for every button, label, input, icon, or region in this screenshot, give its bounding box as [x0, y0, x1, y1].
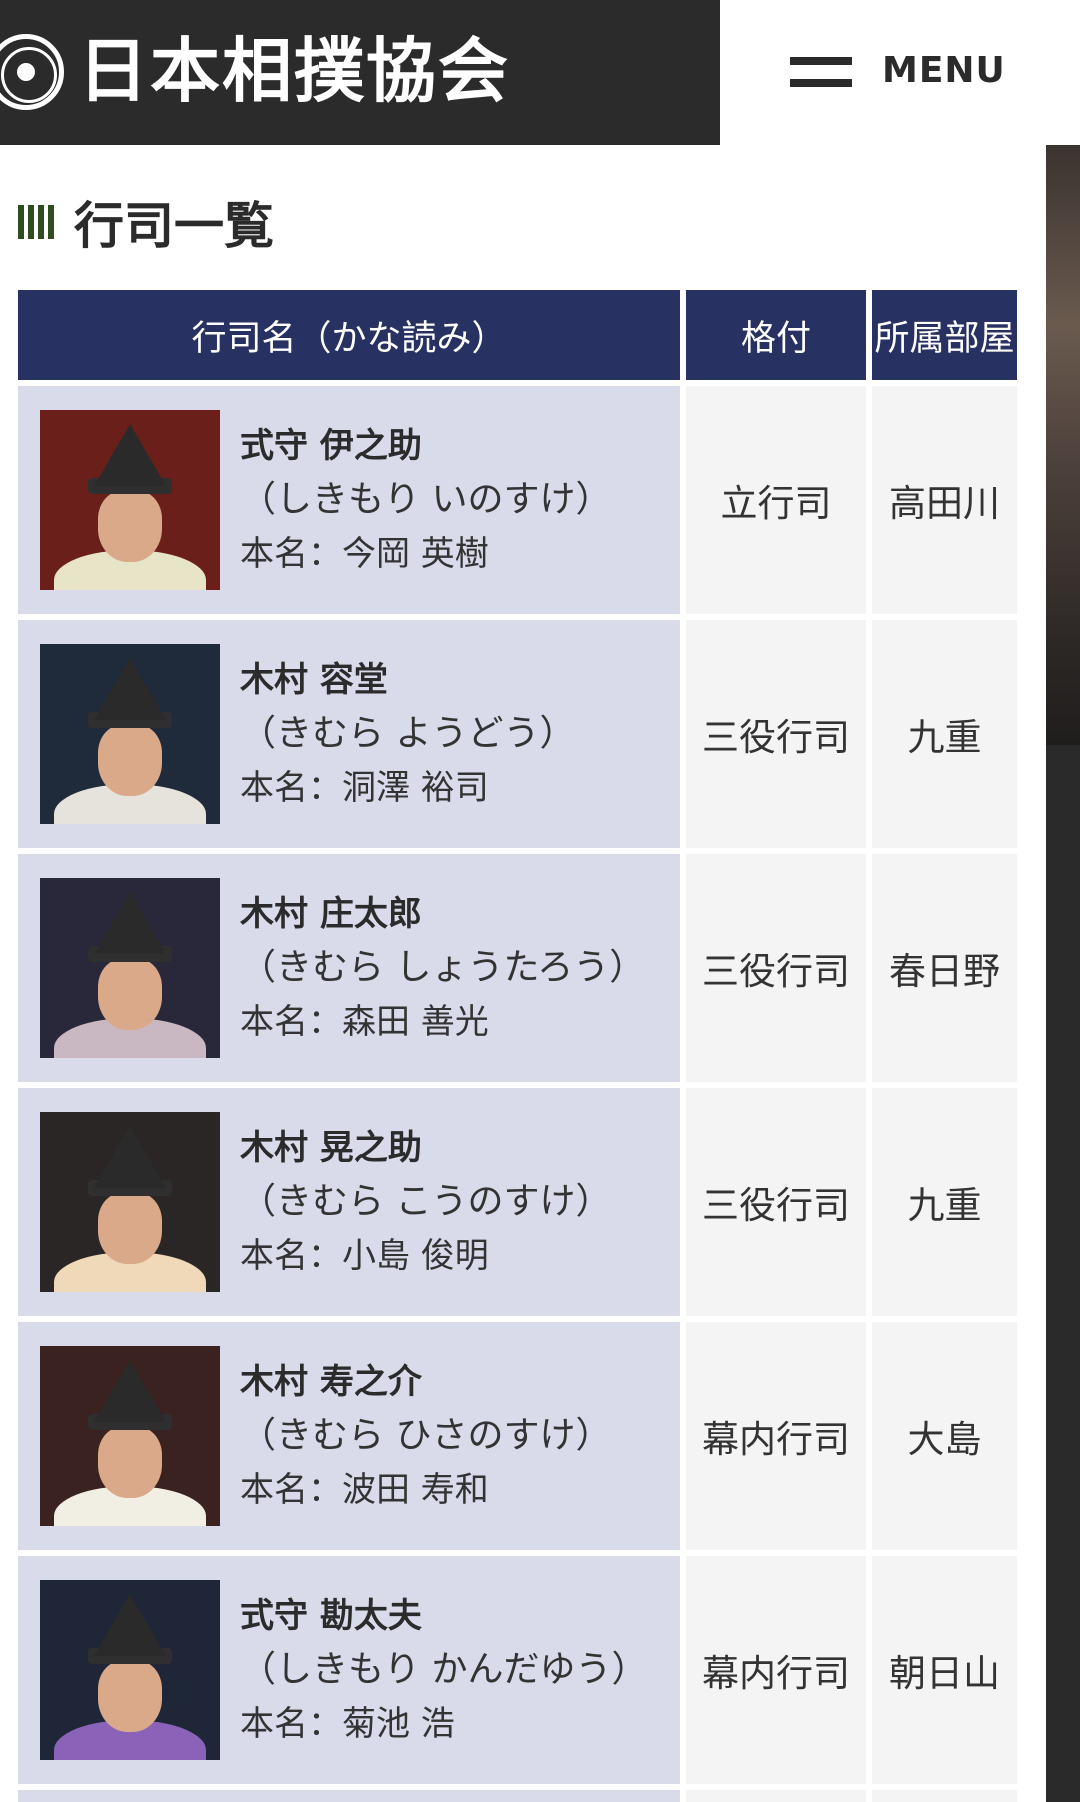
- sakura-emblem-icon: [0, 34, 64, 110]
- name-cell: 木村 寿之介 （きむら ひさのすけ） 本名：波田 寿和: [18, 1322, 680, 1550]
- gyoji-name[interactable]: 木村 晃之助: [240, 1121, 611, 1175]
- gyoji-name[interactable]: 木村 寿之介: [240, 1355, 611, 1409]
- gyoji-real-name: 本名：洞澤 裕司: [240, 768, 489, 808]
- gyoji-photo[interactable]: [40, 1112, 220, 1292]
- gyoji-photo[interactable]: [40, 644, 220, 824]
- table-row: 木村 晃之助 （きむら こうのすけ） 本名：小島 俊明 三役行司 九重: [18, 1088, 1017, 1316]
- name-cell: 木村 晃之助 （きむら こうのすけ） 本名：小島 俊明: [18, 1088, 680, 1316]
- page-title: 行司一覧: [18, 192, 274, 255]
- table-row-partial: [18, 1790, 1017, 1802]
- stable-cell: 大島: [872, 1322, 1017, 1550]
- table-row: 木村 容堂 （きむら ようどう） 本名：洞澤 裕司 三役行司 九重: [18, 620, 1017, 848]
- gyoji-name[interactable]: 式守 勘太夫: [240, 1589, 647, 1643]
- photo-face: [98, 1426, 162, 1498]
- name-cell: 式守 勘太夫 （しきもり かんだゆう） 本名：菊池 浩: [18, 1556, 680, 1784]
- name-info: 木村 寿之介 （きむら ひさのすけ） 本名：波田 寿和: [240, 1355, 611, 1517]
- rank-cell: 三役行司: [686, 1088, 866, 1316]
- name-info: 木村 晃之助 （きむら こうのすけ） 本名：小島 俊明: [240, 1121, 611, 1283]
- gyoji-real-name: 本名：今岡 英樹: [240, 534, 489, 574]
- rank-cell: 幕内行司: [686, 1322, 866, 1550]
- name-info: 木村 容堂 （きむら ようどう） 本名：洞澤 裕司: [240, 653, 575, 815]
- stable-cell: 九重: [872, 620, 1017, 848]
- eboshi-hat-icon: [94, 1594, 166, 1656]
- gyoji-real-name: 本名：波田 寿和: [240, 1470, 489, 1510]
- column-header-name: 行司名（かな読み）: [18, 290, 680, 380]
- gyoji-kana: （きむら しょうたろう）: [240, 947, 646, 988]
- gyoji-real-name: 本名：菊池 浩: [240, 1704, 455, 1744]
- photo-face: [98, 1192, 162, 1264]
- rank-cell: 幕内行司: [686, 1556, 866, 1784]
- eboshi-hat-icon: [94, 1126, 166, 1188]
- table-header: 行司名（かな読み） 格付 所属部屋: [18, 290, 1017, 380]
- photo-face: [98, 490, 162, 562]
- name-info: 式守 勘太夫 （しきもり かんだゆう） 本名：菊池 浩: [240, 1589, 647, 1751]
- site-logo-text: 日本相撲協会: [78, 30, 510, 112]
- stable-cell: 高田川: [872, 386, 1017, 614]
- site-logo-bar[interactable]: 日本相撲協会: [0, 0, 720, 145]
- title-mark-icon: [18, 205, 54, 239]
- gyoji-kana: （しきもり かんだゆう）: [240, 1649, 648, 1690]
- column-header-stable: 所属部屋: [872, 290, 1017, 380]
- gyoji-photo[interactable]: [40, 410, 220, 590]
- name-cell: 式守 伊之助 （しきもり いのすけ） 本名：今岡 英樹: [18, 386, 680, 614]
- eboshi-hat-icon: [94, 1360, 166, 1422]
- name-cell: 木村 容堂 （きむら ようどう） 本名：洞澤 裕司: [18, 620, 680, 848]
- hamburger-icon: [790, 49, 852, 91]
- eboshi-hat-icon: [94, 892, 166, 954]
- menu-label: MENU: [882, 49, 1006, 91]
- photo-face: [98, 724, 162, 796]
- photo-face: [98, 1660, 162, 1732]
- page-title-text: 行司一覧: [74, 197, 274, 255]
- table-row: 木村 庄太郎 （きむら しょうたろう） 本名：森田 善光 三役行司 春日野: [18, 854, 1017, 1082]
- eboshi-hat-icon: [94, 424, 166, 486]
- rank-cell: 三役行司: [686, 620, 866, 848]
- stable-cell: 春日野: [872, 854, 1017, 1082]
- name-info: 式守 伊之助 （しきもり いのすけ） 本名：今岡 英樹: [240, 419, 611, 581]
- gyoji-kana: （きむら ようどう）: [240, 713, 576, 754]
- gyoji-real-name: 本名：森田 善光: [240, 1002, 489, 1042]
- rank-cell: 立行司: [686, 386, 866, 614]
- rank-cell: 三役行司: [686, 854, 866, 1082]
- gyoji-photo[interactable]: [40, 1346, 220, 1526]
- stable-cell: 九重: [872, 1088, 1017, 1316]
- gyoji-kana: （きむら ひさのすけ）: [240, 1415, 612, 1456]
- gyoji-table: 行司名（かな読み） 格付 所属部屋 式守 伊之助 （しきもり いのすけ） 本名：…: [18, 290, 1017, 1802]
- background-photo-edge: [1046, 145, 1080, 745]
- table-row: 木村 寿之介 （きむら ひさのすけ） 本名：波田 寿和 幕内行司 大島: [18, 1322, 1017, 1550]
- eboshi-hat-icon: [94, 658, 166, 720]
- gyoji-name[interactable]: 木村 庄太郎: [240, 887, 645, 941]
- name-info: 木村 庄太郎 （きむら しょうたろう） 本名：森田 善光: [240, 887, 645, 1049]
- gyoji-name[interactable]: 木村 容堂: [240, 653, 575, 707]
- gyoji-real-name: 本名：小島 俊明: [240, 1236, 489, 1276]
- stable-cell: 朝日山: [872, 1556, 1017, 1784]
- name-cell: 木村 庄太郎 （きむら しょうたろう） 本名：森田 善光: [18, 854, 680, 1082]
- column-header-rank: 格付: [686, 290, 866, 380]
- gyoji-kana: （きむら こうのすけ）: [240, 1181, 612, 1222]
- table-row: 式守 勘太夫 （しきもり かんだゆう） 本名：菊池 浩 幕内行司 朝日山: [18, 1556, 1017, 1784]
- photo-face: [98, 958, 162, 1030]
- gyoji-name[interactable]: 式守 伊之助: [240, 419, 611, 473]
- menu-button[interactable]: MENU: [790, 40, 1030, 100]
- gyoji-kana: （しきもり いのすけ）: [240, 479, 612, 520]
- gyoji-photo[interactable]: [40, 878, 220, 1058]
- gyoji-photo[interactable]: [40, 1580, 220, 1760]
- table-row: 式守 伊之助 （しきもり いのすけ） 本名：今岡 英樹 立行司 高田川: [18, 386, 1017, 614]
